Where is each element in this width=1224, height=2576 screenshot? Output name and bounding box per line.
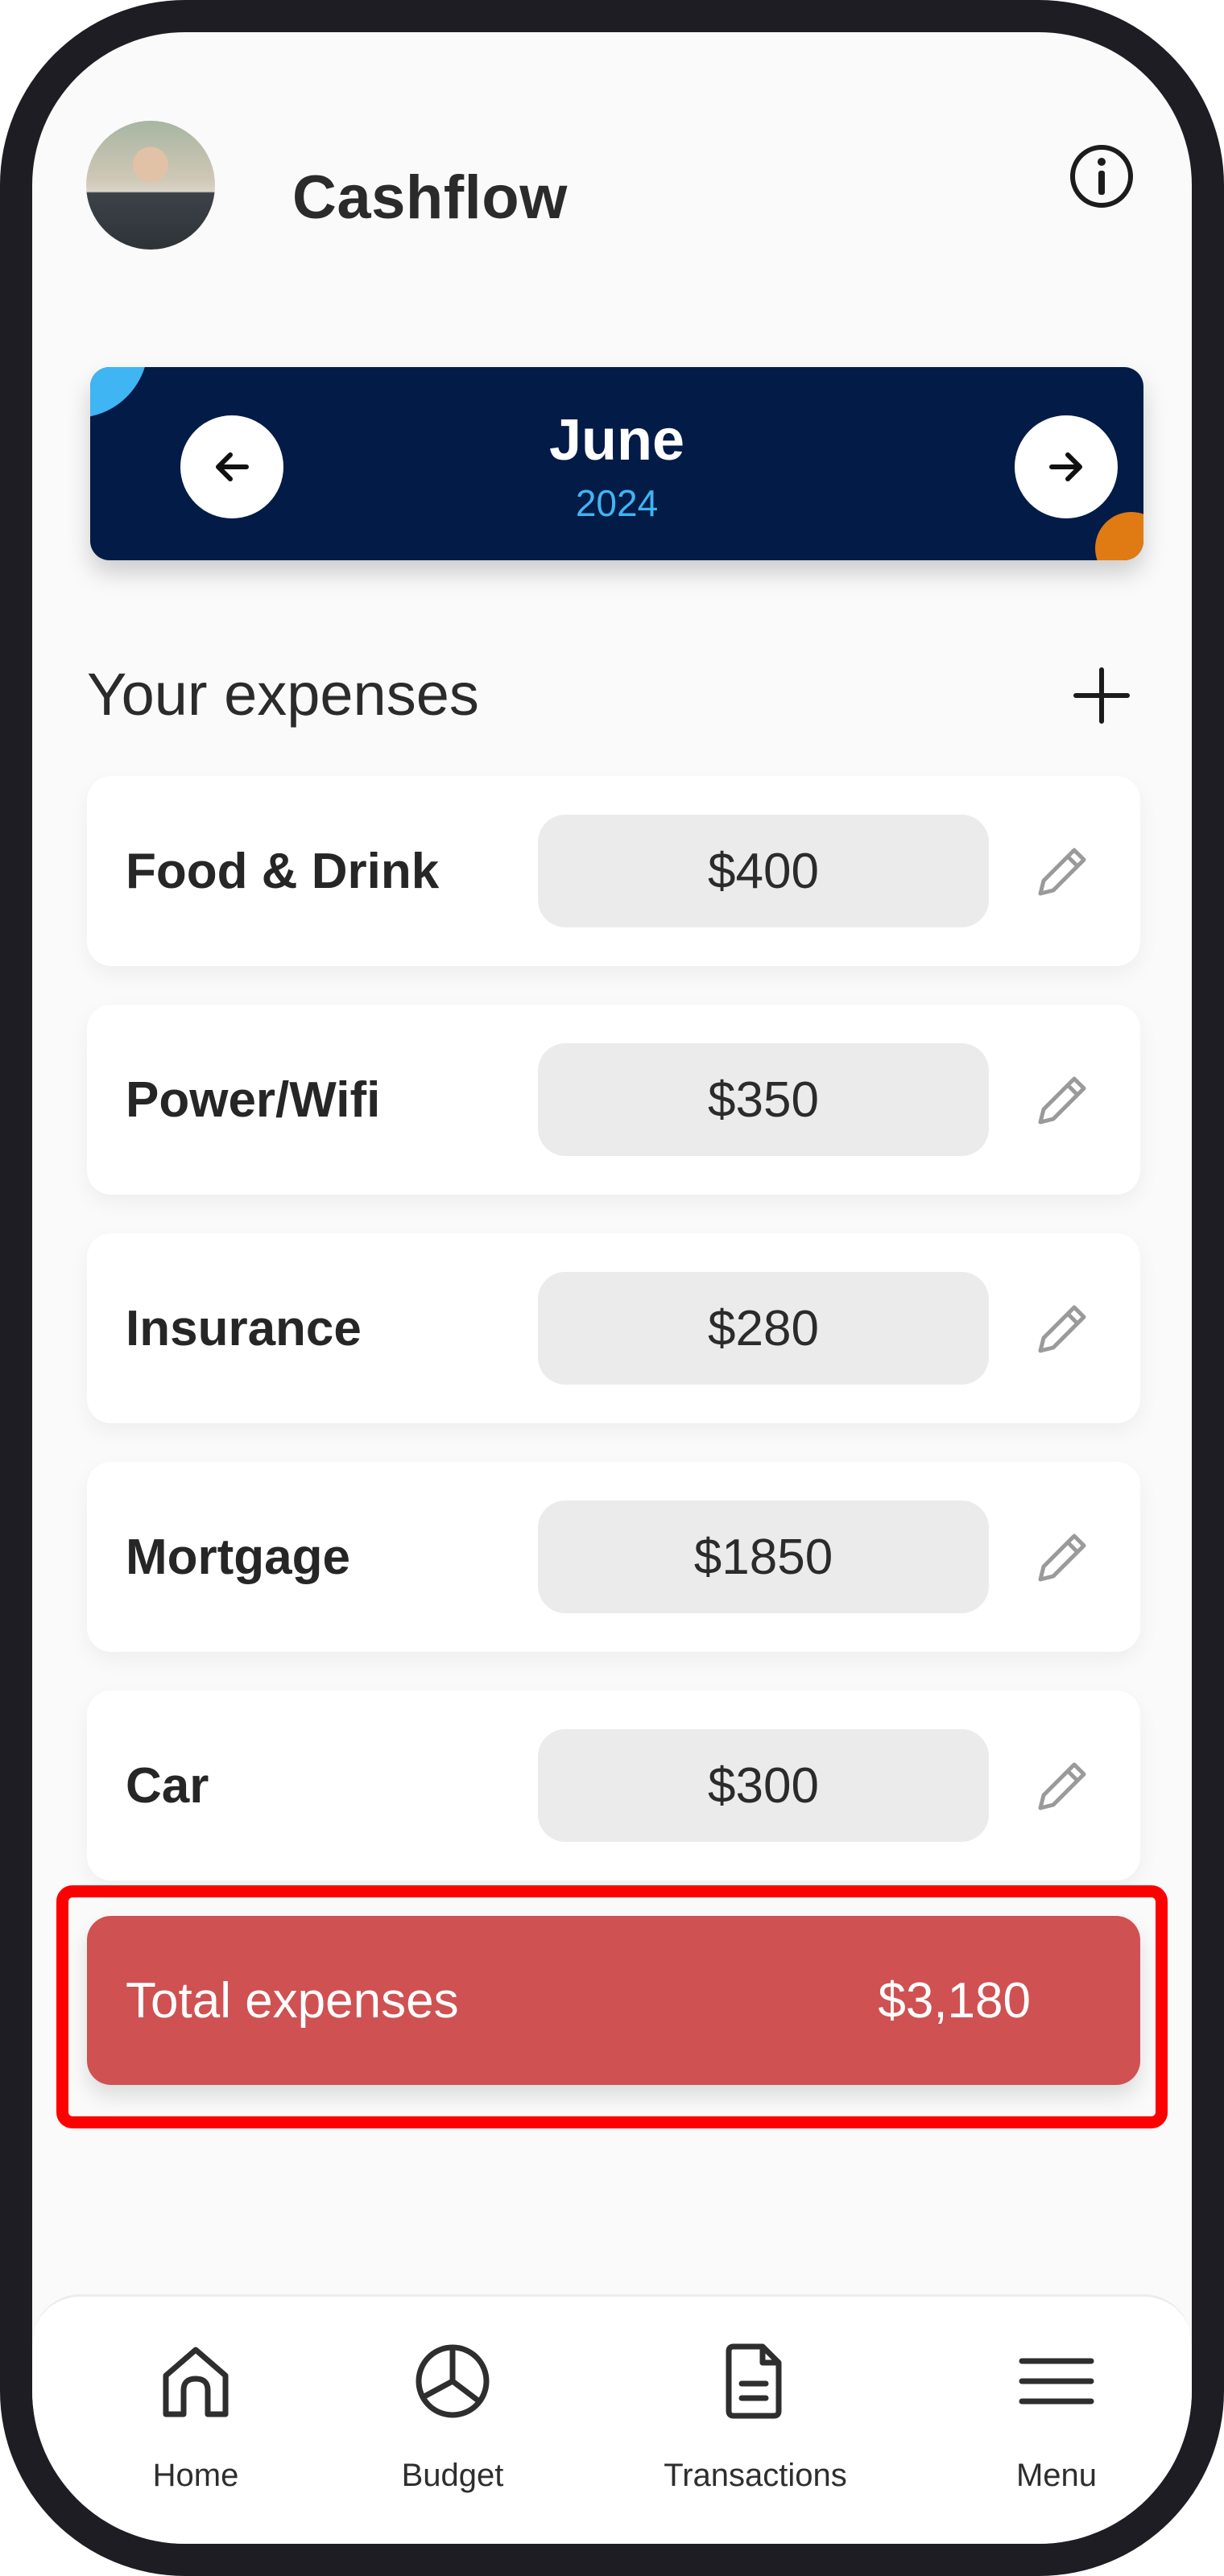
arrow-right-icon: [1049, 452, 1082, 481]
expense-amount-field[interactable]: $350: [538, 1043, 989, 1156]
phone-screen: Cashflow June 2024 Your expenses Food & …: [32, 32, 1192, 2544]
bottom-navigation: Home Budget Transactions Menu: [32, 2294, 1192, 2544]
page-title: Cashflow: [292, 163, 568, 232]
total-value: $3,180: [878, 1972, 1031, 2029]
expense-label: Car: [126, 1757, 209, 1814]
nav-item-home[interactable]: Home: [67, 2297, 325, 2544]
pie-chart-icon: [416, 2344, 490, 2418]
expense-label: Power/Wifi: [126, 1071, 381, 1128]
plus-icon[interactable]: [1066, 660, 1137, 731]
expense-label: Mortgage: [126, 1529, 350, 1585]
home-icon: [163, 2347, 229, 2417]
expense-row: Food & Drink $400: [87, 776, 1140, 966]
next-month-button[interactable]: [1015, 415, 1118, 518]
nav-label: Home: [152, 2458, 239, 2493]
nav-label: Budget: [401, 2458, 504, 2493]
nav-item-transactions[interactable]: Transactions: [626, 2297, 884, 2544]
hamburger-menu-icon: [1019, 2358, 1094, 2405]
section-title: Your expenses: [87, 661, 479, 728]
info-icon[interactable]: [1066, 141, 1137, 212]
pencil-icon[interactable]: [1029, 1523, 1097, 1591]
year-label: 2024: [575, 482, 659, 524]
nav-item-budget[interactable]: Budget: [324, 2297, 581, 2544]
nav-item-menu[interactable]: Menu: [928, 2297, 1185, 2544]
month-selector: June 2024: [90, 367, 1143, 560]
avatar[interactable]: [86, 121, 215, 250]
month-label: June: [548, 408, 685, 473]
expense-label: Food & Drink: [126, 843, 440, 899]
expense-amount-field[interactable]: $400: [538, 815, 989, 927]
phone-frame: Cashflow June 2024 Your expenses Food & …: [0, 0, 1224, 2576]
expense-row: Power/Wifi $350: [87, 1005, 1140, 1195]
expense-row: Insurance $280: [87, 1233, 1140, 1423]
pencil-icon[interactable]: [1029, 1066, 1097, 1133]
nav-label: Menu: [1015, 2458, 1098, 2493]
total-expenses-card: Total expenses $3,180: [87, 1916, 1140, 2085]
document-icon: [726, 2343, 782, 2419]
total-label: Total expenses: [126, 1972, 459, 2029]
expense-row: Mortgage $1850: [87, 1462, 1140, 1652]
expense-amount-field[interactable]: $1850: [538, 1501, 989, 1613]
nav-label: Transactions: [664, 2458, 847, 2493]
pencil-icon[interactable]: [1029, 1752, 1097, 1819]
pencil-icon[interactable]: [1029, 1294, 1097, 1362]
expense-amount-field[interactable]: $300: [538, 1729, 989, 1842]
expense-amount-field[interactable]: $280: [538, 1272, 989, 1385]
expense-label: Insurance: [126, 1300, 362, 1356]
expense-row: Car $300: [87, 1690, 1140, 1880]
pencil-icon[interactable]: [1029, 837, 1097, 905]
